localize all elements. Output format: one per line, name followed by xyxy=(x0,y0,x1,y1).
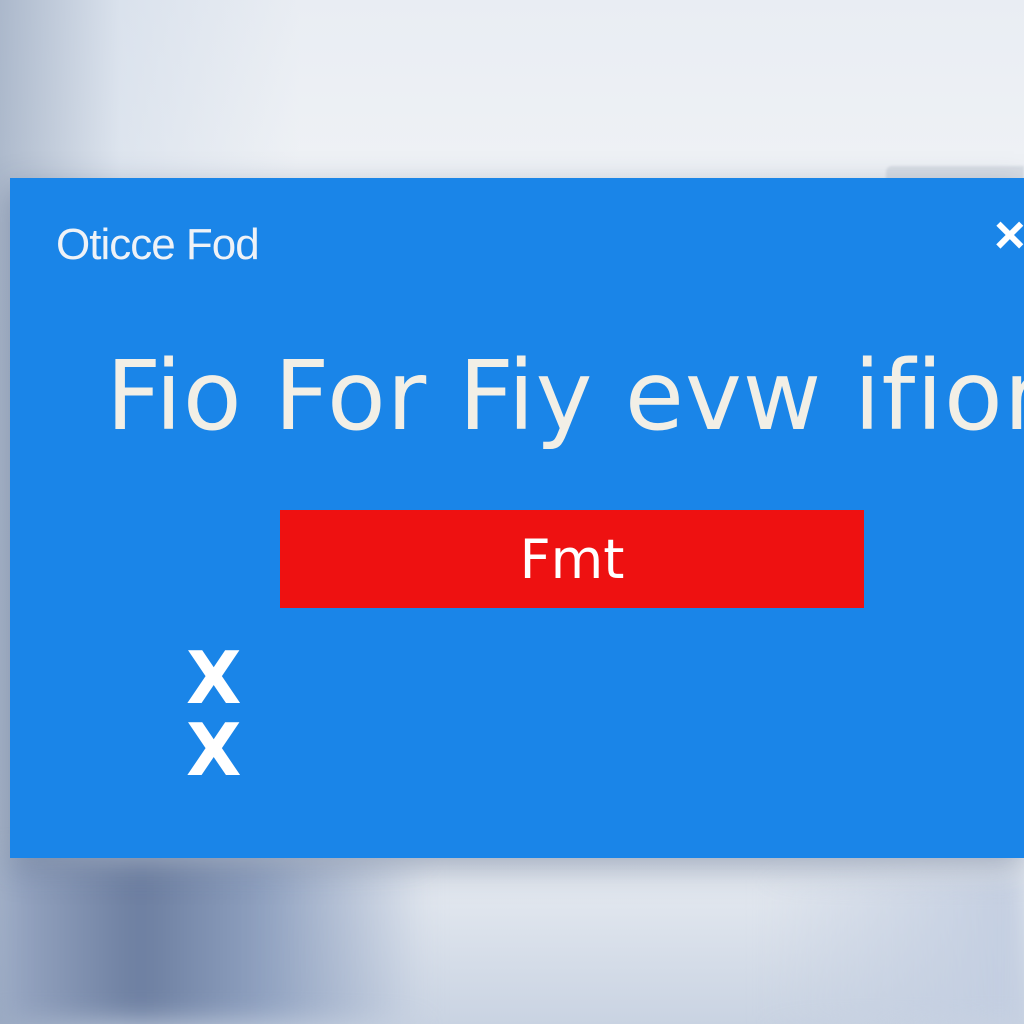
desktop-backdrop: Oticce Fod × Fio For Fiy evw ifior Fmt X… xyxy=(0,0,1024,1024)
x-icon[interactable]: X xyxy=(186,642,242,714)
dialog-title: Oticce Fod xyxy=(56,220,260,269)
dialog-headline: Fio For Fiy evw ifior xyxy=(106,340,1024,452)
blurred-background-element xyxy=(0,860,420,1024)
blurred-background-element xyxy=(760,880,1024,1024)
close-icon[interactable]: × xyxy=(994,208,1024,262)
dialog-window: Oticce Fod × Fio For Fiy evw ifior Fmt X… xyxy=(10,178,1024,858)
primary-action-button[interactable]: Fmt xyxy=(280,510,864,608)
x-icon[interactable]: X xyxy=(186,714,242,786)
